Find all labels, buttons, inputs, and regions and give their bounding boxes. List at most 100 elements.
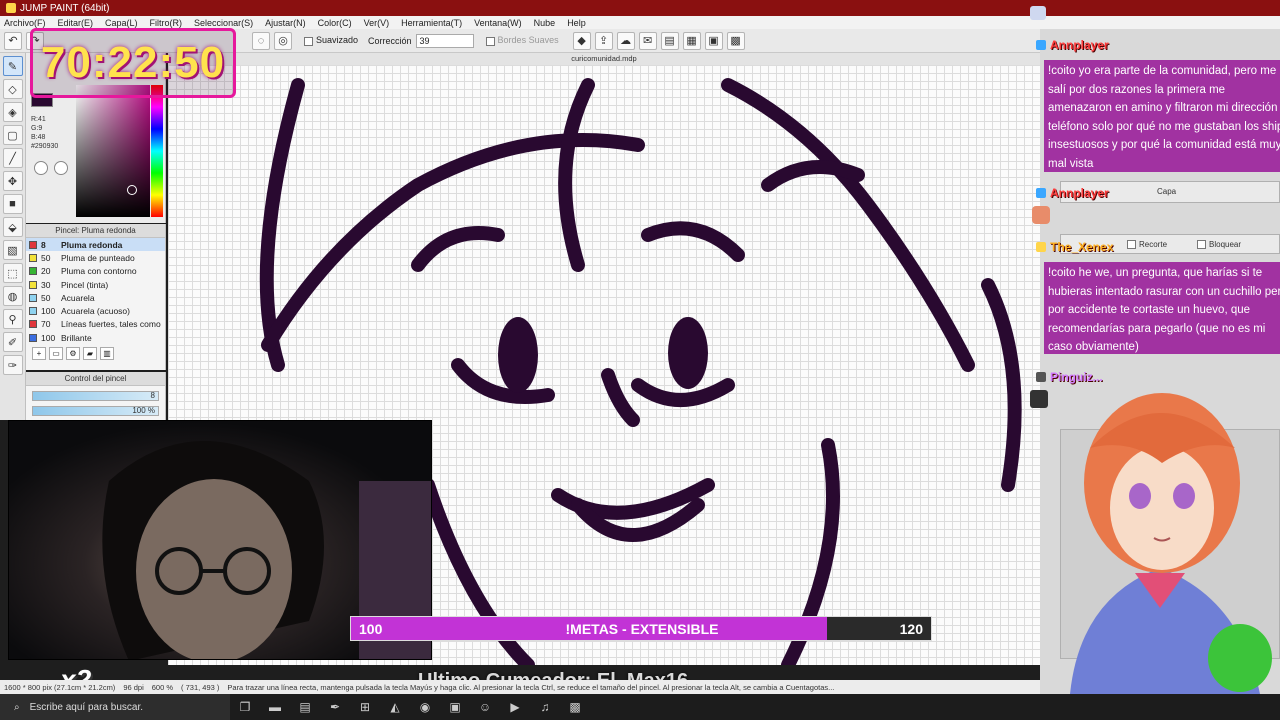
brave-icon[interactable]: ◭: [380, 694, 410, 720]
color-values: R:41 G:9 B:48 #290930: [31, 115, 58, 151]
pen-tool-icon[interactable]: ✎: [2, 56, 23, 76]
copy-brush-button[interactable]: ▭: [49, 346, 63, 360]
document-tab[interactable]: curicomunidad.mdp: [168, 53, 1040, 65]
color-cursor[interactable]: [127, 185, 137, 195]
menu-item-archivo[interactable]: Archivo(F): [4, 18, 46, 28]
brush-name: Acuarela (acuoso): [61, 306, 130, 317]
menu-item-ajustar[interactable]: Ajustar(N): [265, 18, 306, 28]
lasso-tool-icon[interactable]: ◍: [2, 286, 23, 306]
gradient-tool-icon[interactable]: ▧: [2, 240, 23, 260]
menu-item-help[interactable]: Help: [567, 18, 586, 28]
menu-item-ventana[interactable]: Ventana(W): [474, 18, 522, 28]
menu-item-herramienta[interactable]: Herramienta(T): [401, 18, 462, 28]
window-icon[interactable]: ▣: [704, 31, 723, 50]
brush-item[interactable]: 8 Pluma redonda: [26, 238, 165, 252]
status-bar: 1600 * 800 pix (27.1cm * 21.2cm) 96 dpi …: [0, 680, 1040, 694]
emote-icon: [1032, 206, 1050, 224]
correction-input[interactable]: 39: [415, 33, 474, 48]
saturation-value-picker[interactable]: [76, 85, 150, 217]
paint-icon[interactable]: ▣: [440, 694, 470, 720]
menu-item-nube[interactable]: Nube: [534, 18, 556, 28]
rect-tool-icon[interactable]: ■: [2, 194, 23, 214]
notepad-icon[interactable]: ▤: [290, 694, 320, 720]
palette-icon[interactable]: [34, 161, 48, 175]
brush-panel-title: Pincel: Pluma redonda: [55, 226, 136, 235]
brush-item[interactable]: 30 Pincel (tinta): [26, 278, 165, 291]
spotify-icon[interactable]: ♫: [530, 694, 560, 720]
brush-name: Pluma con contorno: [61, 266, 137, 277]
brush-opacity-slider[interactable]: 100 %: [32, 406, 159, 416]
fill-icon[interactable]: ◆: [572, 31, 591, 50]
brush-size: 100: [41, 332, 56, 343]
brush-opacity-value: 100 %: [132, 406, 155, 415]
menu-item-editar[interactable]: Editar(E): [58, 18, 94, 28]
undo-button[interactable]: ↶: [4, 31, 22, 50]
brush-tool-icon[interactable]: ✐: [2, 332, 23, 352]
brush-item[interactable]: 70 Líneas fuertes, tales como: [26, 318, 165, 331]
goal-bar: 100 !METAS - EXTENSIBLE 120: [350, 616, 932, 641]
tool-column: ✎ ◇ ◈ ▢ ╱ ✥ ■ ⬙ ▧ ⬚ ◍ ⚲ ✐ ✑: [0, 53, 26, 420]
chat-username: The_Xenex: [1036, 240, 1113, 254]
soft-edges-toggle[interactable]: Bordes Suaves: [485, 35, 559, 46]
marquee-tool-icon[interactable]: ⬚: [2, 263, 23, 283]
right-eye: [668, 317, 708, 389]
brush-size: 50: [41, 252, 51, 263]
emote-icon: [1030, 390, 1048, 408]
lasso-icon[interactable]: ◌: [252, 31, 270, 50]
fill-tool-icon[interactable]: ◈: [2, 102, 23, 122]
menu-item-seleccionar[interactable]: Seleccionar(S): [194, 18, 253, 28]
brush-settings-button[interactable]: ⚙: [66, 346, 80, 360]
grid-icon[interactable]: ▩: [726, 31, 745, 50]
brush-item[interactable]: 100 Brillante: [26, 331, 165, 344]
media-icon[interactable]: ▶: [500, 694, 530, 720]
discord-icon[interactable]: ☺: [470, 694, 500, 720]
cloud-icon[interactable]: ☁: [616, 31, 635, 50]
brush-item[interactable]: 100 Acuarela (acuoso): [26, 304, 165, 317]
menu-item-capa[interactable]: Capa(L): [105, 18, 138, 28]
print-icon[interactable]: ▤: [660, 31, 679, 50]
move-tool-icon[interactable]: ✥: [2, 171, 23, 191]
comment-icon[interactable]: ✉: [638, 31, 657, 50]
eraser-tool-icon[interactable]: ◇: [2, 79, 23, 99]
smudge-tool-icon[interactable]: ✑: [2, 355, 23, 375]
chat-message: !coito he we, un pregunta, que harías si…: [1044, 262, 1280, 354]
brow-stroke: [641, 221, 745, 262]
file-explorer-icon[interactable]: ▬: [260, 694, 290, 720]
brush-item[interactable]: 50 Acuarela: [26, 291, 165, 304]
brush-item[interactable]: 50 Pluma de punteado: [26, 251, 165, 264]
menu-item-ver[interactable]: Ver(V): [364, 18, 390, 28]
layers-icon[interactable]: ▦: [682, 31, 701, 50]
line-tool-icon[interactable]: ╱: [2, 148, 23, 168]
add-brush-button[interactable]: +: [32, 346, 46, 360]
bucket-tool-icon[interactable]: ⬙: [2, 217, 23, 237]
upload-icon[interactable]: ⇪: [594, 31, 613, 50]
taskbar-search[interactable]: ⌕ Escribe aquí para buscar.: [0, 694, 230, 720]
circle-select-icon[interactable]: ◎: [274, 31, 292, 50]
eyedropper-tool-icon[interactable]: ⚲: [2, 309, 23, 329]
brush-folder-button[interactable]: ▰: [83, 346, 97, 360]
stream-timer: 70:22:50: [30, 28, 236, 98]
delete-brush-button[interactable]: ▥: [100, 346, 114, 360]
soft-edges-checkbox[interactable]: [485, 36, 495, 46]
smoothing-checkbox[interactable]: [304, 36, 313, 46]
menu-item-color[interactable]: Color(C): [318, 18, 352, 28]
task-view-icon[interactable]: ❐: [230, 694, 260, 720]
brush-name: Pluma redonda: [61, 239, 123, 250]
obs-icon[interactable]: ◉: [410, 694, 440, 720]
pen-app-icon[interactable]: ✒: [320, 694, 350, 720]
smoothing-label: Suavizado: [316, 35, 359, 46]
brush-control-title: Control del pincel: [64, 374, 127, 383]
jump-paint-icon[interactable]: ▩: [560, 694, 590, 720]
menu-item-filtro[interactable]: Filtro(R): [150, 18, 183, 28]
mixer-icon[interactable]: [54, 161, 68, 175]
windows-icon[interactable]: ⊞: [350, 694, 380, 720]
brush-size-slider[interactable]: 8: [32, 391, 159, 401]
hue-slider[interactable]: [151, 85, 163, 217]
avatar-eye-left: [1129, 483, 1151, 509]
brush-item[interactable]: 20 Pluma con contorno: [26, 265, 165, 278]
smoothing-toggle[interactable]: Suavizado: [304, 35, 359, 46]
search-placeholder: Escribe aquí para buscar.: [29, 701, 144, 713]
select-tool-icon[interactable]: ▢: [2, 125, 23, 145]
brush-name: Pluma de punteado: [61, 252, 135, 263]
brush-name: Líneas fuertes, tales como: [61, 319, 161, 330]
